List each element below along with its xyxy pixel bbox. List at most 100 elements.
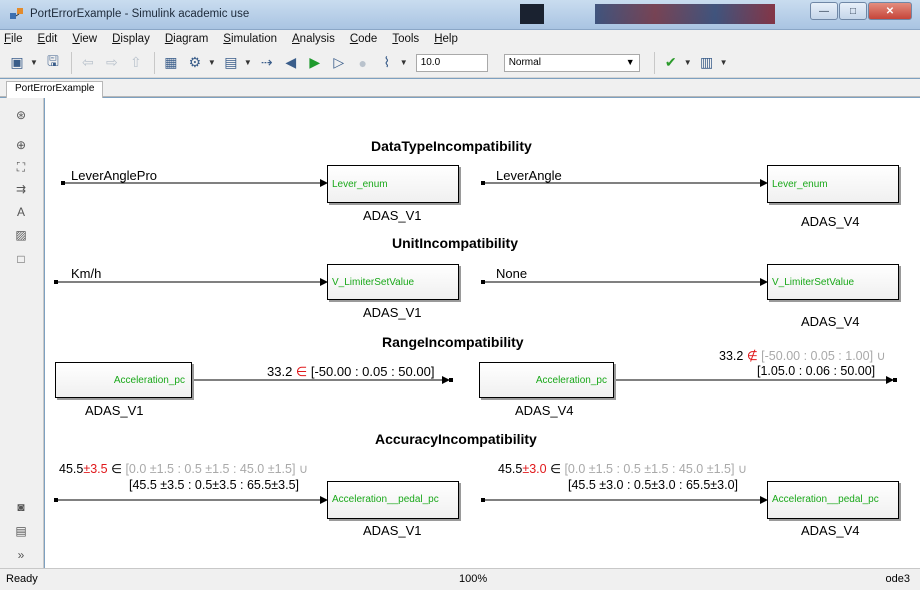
section-heading-unit: UnitIncompatibility — [392, 235, 518, 251]
run-icon[interactable]: ▶ — [304, 52, 326, 74]
library-browser-icon[interactable]: ▦ — [160, 52, 182, 74]
tab-porterrorexample[interactable]: PortErrorExample — [6, 81, 104, 98]
step-forward-icon[interactable]: ▷ — [328, 52, 350, 74]
image-icon[interactable]: ▨ — [12, 226, 30, 244]
signal-icon[interactable]: ⇢ — [256, 52, 278, 74]
menu-diagram[interactable]: Diagram — [165, 33, 208, 45]
menu-edit[interactable]: Edit — [38, 33, 58, 45]
outport-label: Acceleration_pc — [113, 375, 185, 386]
menu-label: ile — [11, 33, 23, 45]
build-icon[interactable]: ▥ — [696, 52, 718, 74]
menu-label: elp — [442, 33, 458, 45]
menu-display[interactable]: Display — [112, 33, 150, 45]
chevron-down-icon[interactable]: ▼ — [30, 58, 38, 67]
menu-label: iew — [79, 33, 98, 45]
maximize-button[interactable]: □ — [839, 2, 867, 20]
accuracy-annotation: 45.5±3.0 ∈ [0.0 ±1.5 : 0.5 ±1.5 : 45.0 ±… — [498, 461, 747, 476]
chevron-down-icon[interactable]: ▼ — [684, 58, 692, 67]
block-name: ADAS_V1 — [85, 403, 144, 418]
status-text: Ready — [6, 573, 38, 585]
menu-label: iagram — [173, 33, 209, 45]
menu-label: ools — [398, 33, 420, 45]
toolbar-separator — [653, 51, 655, 74]
toolbar-separator — [153, 51, 155, 74]
subsystem-block[interactable]: V_LimiterSetValue — [767, 264, 899, 300]
block-name: ADAS_V1 — [363, 523, 422, 538]
back-icon[interactable]: ⇦ — [77, 52, 99, 74]
menu-view[interactable]: View — [72, 33, 97, 45]
menu-mnemonic: H — [434, 33, 443, 45]
section-heading-accuracy: AccuracyIncompatibility — [375, 431, 537, 447]
menu-code[interactable]: Code — [350, 33, 378, 45]
chevron-down-icon[interactable]: ▼ — [400, 58, 408, 67]
step-back-icon[interactable]: ◀ — [280, 52, 302, 74]
scope-icon[interactable]: ⌇ — [376, 52, 398, 74]
property-inspector-icon[interactable]: ▤ — [12, 522, 30, 540]
chevron-down-icon: ▼ — [625, 56, 635, 67]
inport-label: Lever_enum — [332, 179, 388, 190]
menu-label: isplay — [120, 33, 150, 45]
area-icon[interactable]: □ — [12, 250, 30, 268]
save-icon[interactable]: 🖫 — [42, 52, 64, 74]
signal-label: Km/h — [71, 266, 102, 281]
expand-icon[interactable]: » — [12, 546, 30, 564]
chevron-down-icon[interactable]: ▼ — [208, 58, 216, 67]
signal-value: 33.2 — [719, 349, 747, 363]
menu-simulation[interactable]: Simulation — [223, 33, 277, 45]
subsystem-block[interactable]: Acceleration_pc — [55, 362, 192, 398]
menu-label: imulation — [230, 33, 277, 45]
arrow-icon[interactable]: ⇉ — [12, 180, 30, 198]
subsystem-block[interactable]: Acceleration_pc — [479, 362, 614, 398]
subsystem-block[interactable]: Acceleration__pedal_pc — [767, 481, 899, 519]
menu-label: dit — [45, 33, 58, 45]
minimize-button[interactable]: — — [810, 2, 838, 20]
hide-browser-icon[interactable]: ⊛ — [12, 106, 30, 124]
model-explorer-icon[interactable]: ▤ — [220, 52, 242, 74]
subsystem-block[interactable]: Acceleration__pedal_pc — [327, 481, 459, 519]
up-icon[interactable]: ⇧ — [125, 52, 147, 74]
check-icon[interactable]: ✔ — [660, 52, 682, 74]
subsystem-block[interactable]: V_LimiterSetValue — [327, 264, 459, 300]
range-spec: [0.0 ±1.5 : 0.5 ±1.5 : 45.0 ±1.5] ∪ — [564, 462, 748, 476]
menu-mnemonic: A — [292, 33, 300, 45]
left-palette: ⊛ ⊕ ⛶ ⇉ A ▨ □ ◙ ▤ » — [0, 98, 44, 568]
chevron-down-icon[interactable]: ▼ — [720, 58, 728, 67]
signal-value: 33.2 — [267, 364, 296, 379]
close-button[interactable]: ✕ — [868, 2, 912, 20]
zoom-level: 100% — [459, 573, 488, 585]
title-decoration — [520, 4, 544, 24]
element-of-symbol: ∈ — [546, 462, 565, 476]
forward-icon[interactable]: ⇨ — [101, 52, 123, 74]
signal-value: 45.5 — [59, 462, 84, 476]
simulation-mode-select[interactable]: Normal ▼ — [503, 53, 640, 72]
menu-file[interactable]: File — [4, 33, 23, 45]
gear-icon[interactable]: ⚙ — [184, 52, 206, 74]
zoom-in-icon[interactable]: ⊕ — [12, 136, 30, 154]
toolbar: ▣ ▼ 🖫 ⇦ ⇨ ⇧ ▦ ⚙ ▼ ▤ ▼ ⇢ ◀ ▶ ▷ ● ⌇ ▼ 10.0 Nor… — [0, 48, 920, 78]
menu-label: ode — [358, 33, 378, 45]
stop-time-input[interactable]: 10.0 — [415, 53, 488, 72]
screenshot-icon[interactable]: ◙ — [12, 498, 30, 516]
menu-tools[interactable]: Tools — [392, 33, 419, 45]
model-canvas[interactable]: DataTypeIncompatibility UnitIncompatibil… — [45, 98, 920, 568]
new-model-icon[interactable]: ▣ — [6, 52, 28, 74]
inport-label: Acceleration__pedal_pc — [332, 494, 439, 505]
chevron-down-icon[interactable]: ▼ — [244, 58, 252, 67]
stop-icon[interactable]: ● — [352, 52, 374, 74]
model-tab-bar: PortErrorExample — [0, 79, 920, 98]
block-name: ADAS_V4 — [515, 403, 574, 418]
menu-mnemonic: S — [223, 33, 231, 45]
subsystem-block[interactable]: Lever_enum — [327, 165, 459, 203]
menu-analysis[interactable]: Analysis — [292, 33, 335, 45]
simulation-mode-value: Normal — [508, 56, 541, 68]
annotation-icon[interactable]: A — [12, 203, 30, 221]
range-spec: [0.0 ±1.5 : 0.5 ±1.5 : 45.0 ±1.5] ∪ — [125, 462, 309, 476]
subsystem-block[interactable]: Lever_enum — [767, 165, 899, 203]
menu-help[interactable]: Help — [434, 33, 458, 45]
signal-label: LeverAngle — [496, 168, 562, 183]
section-heading-range: RangeIncompatibility — [382, 334, 524, 350]
status-bar: Ready 100% ode3 — [0, 568, 920, 590]
inport-label: Lever_enum — [772, 179, 828, 190]
signal-label: LeverAnglePro — [71, 168, 157, 183]
fit-view-icon[interactable]: ⛶ — [12, 158, 30, 176]
